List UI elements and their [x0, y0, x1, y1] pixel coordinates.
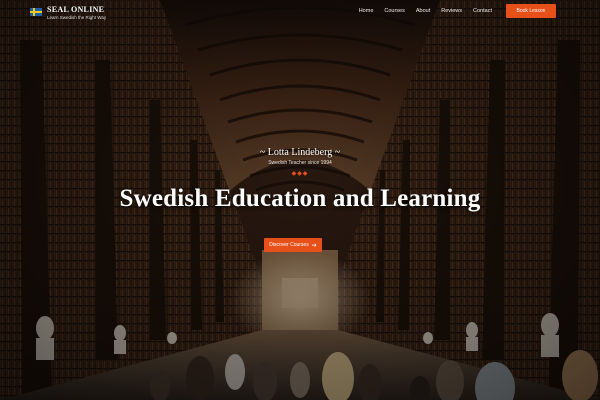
arrow-right-icon: ➔ — [311, 242, 317, 249]
discover-courses-button[interactable]: Discover Courses ➔ — [264, 238, 322, 252]
discover-courses-label: Discover Courses — [269, 242, 309, 248]
teacher-name: ~ Lotta Lindeberg ~ — [259, 147, 341, 158]
teacher-since: Swedish Teacher since 1994 — [268, 160, 332, 166]
hero-title: Swedish Education and Learning — [119, 185, 481, 212]
diamond-ornament-icon: ◆◆◆ — [291, 171, 309, 177]
hero-section: ~ Lotta Lindeberg ~ Swedish Teacher sinc… — [0, 0, 600, 400]
